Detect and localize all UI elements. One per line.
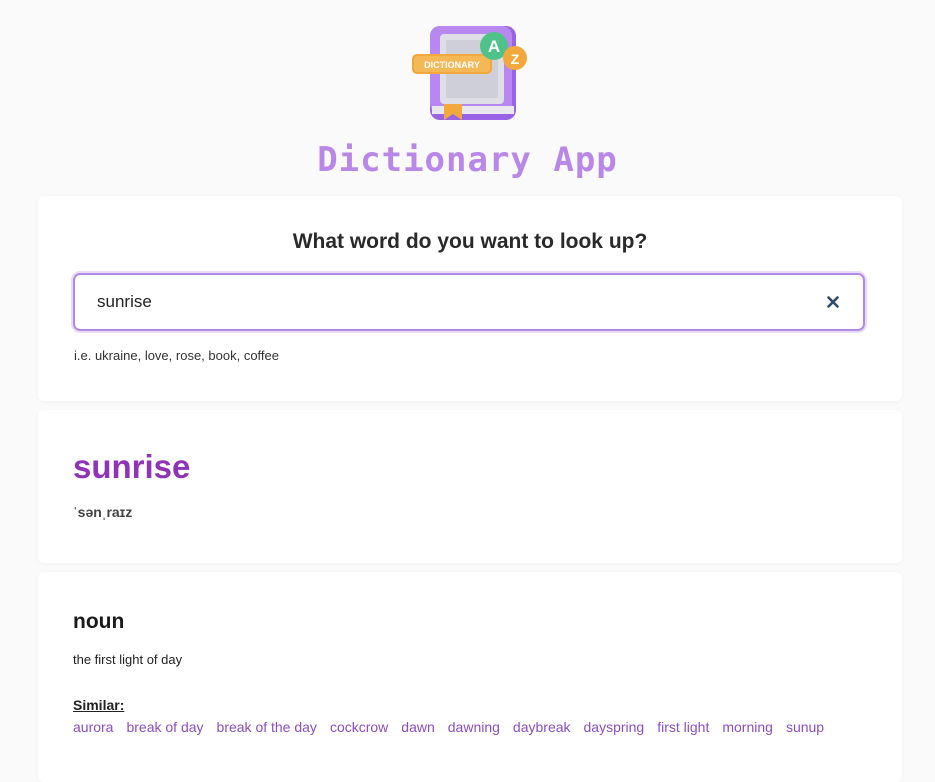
synonym-link[interactable]: dawning: [448, 719, 500, 735]
word-phonetic: ˈsənˌraɪz: [73, 504, 133, 520]
synonym-list: aurora break of day break of the day coc…: [73, 719, 837, 735]
synonym-link[interactable]: cockcrow: [330, 719, 388, 735]
synonym-link[interactable]: morning: [722, 719, 773, 735]
app-title: Dictionary App: [317, 140, 618, 180]
search-box[interactable]: [73, 273, 865, 331]
logo-label: DICTIONARY: [424, 60, 480, 70]
synonym-link[interactable]: first light: [657, 719, 709, 735]
word-card: sunrise ˈsənˌraɪz: [38, 410, 902, 563]
part-of-speech: noun: [73, 610, 125, 633]
synonym-link[interactable]: dayspring: [584, 719, 645, 735]
search-hint: i.e. ukraine, love, rose, book, coffee: [74, 348, 279, 363]
meaning-card: noun the first light of day Similar: aur…: [38, 572, 902, 782]
synonym-link[interactable]: dawn: [401, 719, 434, 735]
svg-text:A: A: [488, 37, 500, 56]
similar-label: Similar:: [73, 697, 125, 713]
synonym-link[interactable]: aurora: [73, 719, 113, 735]
word-title: sunrise: [73, 448, 191, 485]
synonym-link[interactable]: break of the day: [217, 719, 317, 735]
app-header: DICTIONARY A Z Dictionary App: [0, 0, 935, 194]
search-input[interactable]: [95, 291, 799, 313]
synonym-link[interactable]: sunup: [786, 719, 824, 735]
synonym-link[interactable]: break of day: [126, 719, 203, 735]
definition: the first light of day: [73, 652, 183, 667]
close-icon[interactable]: [825, 294, 841, 310]
synonym-link[interactable]: daybreak: [513, 719, 571, 735]
dictionary-logo-icon: DICTIONARY A Z: [410, 24, 530, 122]
svg-text:Z: Z: [511, 51, 520, 67]
search-card: What word do you want to look up? i.e. u…: [38, 196, 902, 401]
search-heading: What word do you want to look up?: [292, 230, 648, 253]
